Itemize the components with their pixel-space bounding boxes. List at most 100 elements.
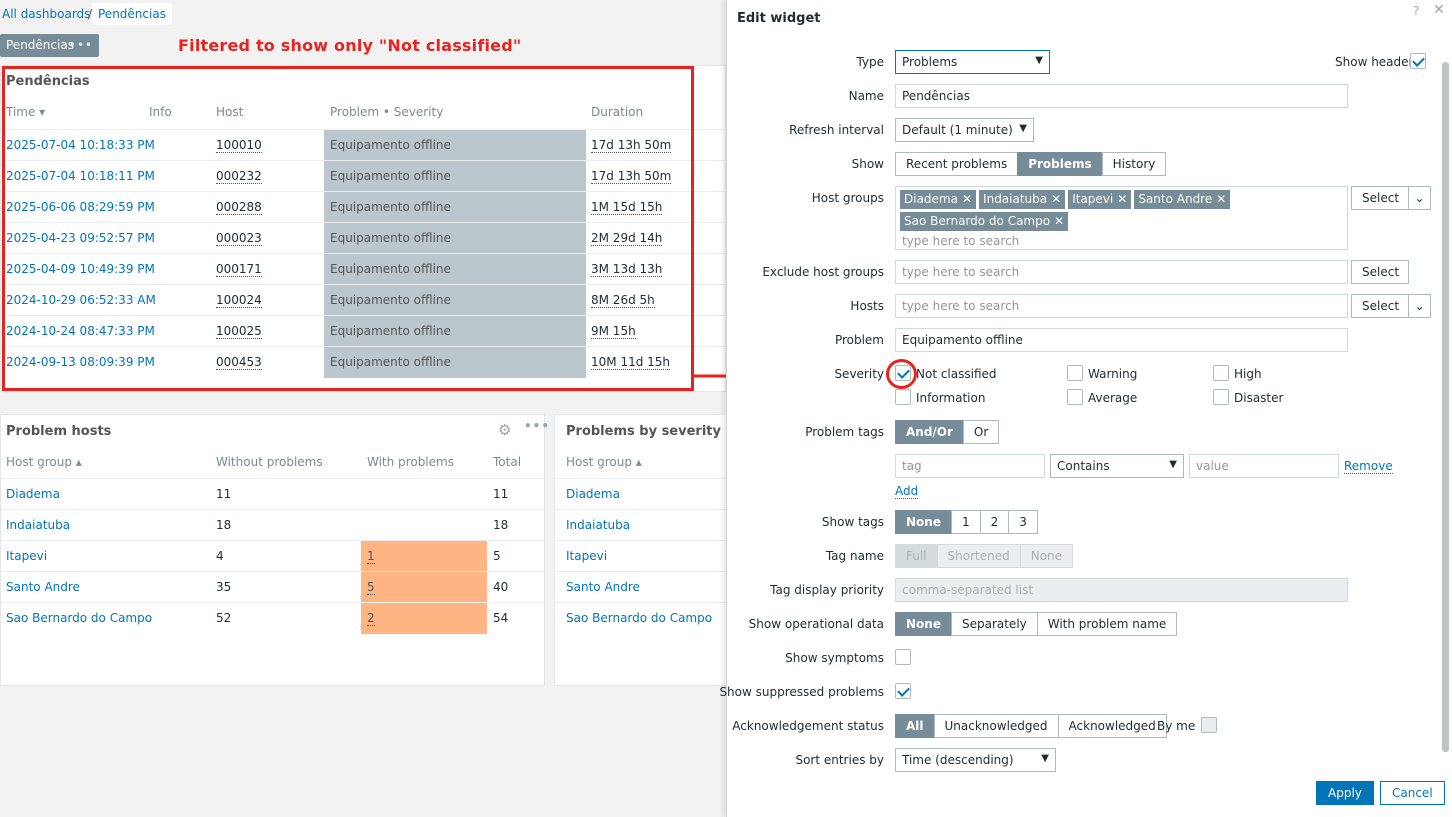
tag-priority-input[interactable]: comma-separated list [895,578,1348,602]
chevron-down-icon: ▼ [1169,459,1177,470]
ack-status-label: Acknowledgement status [732,719,884,733]
tag-name-input[interactable]: tag [895,454,1045,478]
type-select[interactable]: Problems ▼ [895,50,1050,74]
with-problems-cell[interactable]: 2 [361,603,487,634]
tag-name-label: Tag name [825,549,884,563]
host-groups-select-button[interactable]: Select [1351,186,1409,210]
host-group-link[interactable]: Diadema [566,487,620,501]
ack-acknowledged[interactable]: Acknowledged [1057,714,1167,738]
severity-warning-label: Warning [1088,367,1138,381]
with-problems-cell[interactable]: 1 [361,541,487,572]
exclude-host-groups-select-button[interactable]: Select [1351,260,1409,284]
host-group-tag: Indaiatuba ✕ [979,190,1066,209]
refresh-interval-value: Default (1 minute) [902,123,1013,137]
problem-tags-label: Problem tags [805,425,884,439]
remove-tag-icon[interactable]: ✕ [1117,192,1127,206]
show-tags-2[interactable]: 2 [979,510,1010,534]
remove-tag-icon[interactable]: ✕ [962,192,972,206]
tag-name-none[interactable]: None [1019,544,1074,568]
tag-name-shortened[interactable]: Shortened [936,544,1021,568]
show-recent-problems[interactable]: Recent problems [895,152,1019,176]
host-group-link[interactable]: Indaiatuba [6,518,70,532]
chevron-down-icon[interactable]: ⌄ [1408,186,1431,210]
cancel-button[interactable]: Cancel [1380,781,1445,805]
dashboard-page-tab[interactable]: Pendências ••• [0,34,99,57]
tag-value-input[interactable]: value [1189,454,1339,478]
host-group-link[interactable]: Indaiatuba [566,518,630,532]
severity-group-row: Diadema [555,478,735,509]
tag-name-full[interactable]: Full [895,544,938,568]
refresh-interval-select[interactable]: Default (1 minute) ▼ [895,118,1034,142]
breadcrumb-all-dashboards[interactable]: All dashboards [2,3,90,25]
without-problems-count: 18 [216,518,232,532]
total-count: 5 [493,549,501,563]
show-header-checkbox[interactable] [1410,53,1426,69]
help-icon[interactable]: ? [1413,4,1419,18]
ack-unacknowledged[interactable]: Unacknowledged [933,714,1059,738]
host-group-link[interactable]: Itapevi [6,549,47,563]
severity-disaster-checkbox[interactable] [1213,389,1229,405]
name-label: Name [848,89,884,103]
opdata-none[interactable]: None [895,612,952,636]
column-host-group[interactable]: Host group ▴ [566,455,642,469]
host-group-row: Indaiatuba 18 18 [1,509,546,540]
severity-information-checkbox[interactable] [895,389,911,405]
gear-icon[interactable]: ⚙ [498,421,514,439]
add-tag-link[interactable]: Add [895,484,919,499]
ack-all[interactable]: All [895,714,935,738]
show-symptoms-checkbox[interactable] [895,649,911,665]
remove-tag-icon[interactable]: ✕ [1216,192,1226,206]
opdata-with-problem-name[interactable]: With problem name [1036,612,1178,636]
column-host-group[interactable]: Host group ▴ [6,455,82,469]
tags-and-or[interactable]: And/Or [895,420,964,444]
remove-tag-icon[interactable]: ✕ [1054,214,1064,228]
without-problems-count: 11 [216,487,232,501]
tag-priority-label: Tag display priority [770,583,884,597]
close-icon[interactable]: ✕ [1433,2,1445,18]
widget-menu-icon[interactable]: ••• [524,419,550,433]
with-problems-count: 1 [367,549,375,564]
breadcrumb-current[interactable]: Pendências [92,3,172,25]
tags-or[interactable]: Or [962,420,1000,444]
show-tags-3[interactable]: 3 [1008,510,1038,534]
severity-warning-checkbox[interactable] [1067,365,1083,381]
apply-button[interactable]: Apply [1316,781,1374,805]
host-group-link[interactable]: Itapevi [566,549,607,563]
remove-tag-icon[interactable]: ✕ [1051,192,1061,206]
scrollbar-thumb[interactable] [1442,62,1449,752]
by-me-checkbox[interactable] [1201,717,1217,733]
show-tags-1[interactable]: 1 [950,510,981,534]
opdata-separately[interactable]: Separately [950,612,1038,636]
show-history[interactable]: History [1101,152,1167,176]
show-tags-none[interactable]: None [895,510,952,534]
hosts-input[interactable]: type here to search [895,294,1348,318]
show-suppressed-checkbox[interactable] [895,683,911,699]
host-group-link[interactable]: Santo Andre [6,580,80,594]
severity-group-row: Indaiatuba [555,509,735,540]
problem-label: Problem [834,333,884,347]
dialog-scrollbar[interactable] [1442,50,1449,770]
tag-operator-select[interactable]: Contains ▼ [1050,454,1184,478]
severity-average-checkbox[interactable] [1067,389,1083,405]
host-group-link[interactable]: Sao Bernardo do Campo [6,611,152,625]
host-group-link[interactable]: Sao Bernardo do Campo [566,611,712,625]
host-group-link[interactable]: Santo Andre [566,580,640,594]
host-group-link[interactable]: Diadema [6,487,60,501]
type-value: Problems [902,55,958,69]
exclude-host-groups-input[interactable]: type here to search [895,260,1348,284]
show-problems[interactable]: Problems [1017,152,1103,176]
sort-select[interactable]: Time (descending) ▼ [895,748,1056,772]
problem-input[interactable]: Equipamento offline [895,328,1348,352]
host-groups-multiselect[interactable]: Diadema ✕ Indaiatuba ✕ Itapevi ✕ Santo Andre ✕S… [895,186,1348,250]
remove-tag-link[interactable]: Remove [1344,459,1393,474]
problems-by-severity-widget: Problems by severity Host group ▴ Diadem… [554,414,735,686]
with-problems-cell[interactable]: 5 [361,572,487,603]
page-tab-menu-icon[interactable]: ••• [69,34,93,57]
name-input[interactable]: Pendências [895,84,1348,108]
chevron-down-icon: ▼ [1019,123,1027,134]
tag-operator-value: Contains [1057,459,1110,473]
chevron-down-icon[interactable]: ⌄ [1408,294,1431,318]
hosts-select-button[interactable]: Select [1351,294,1409,318]
show-tags-label: Show tags [821,515,884,529]
severity-high-checkbox[interactable] [1213,365,1229,381]
